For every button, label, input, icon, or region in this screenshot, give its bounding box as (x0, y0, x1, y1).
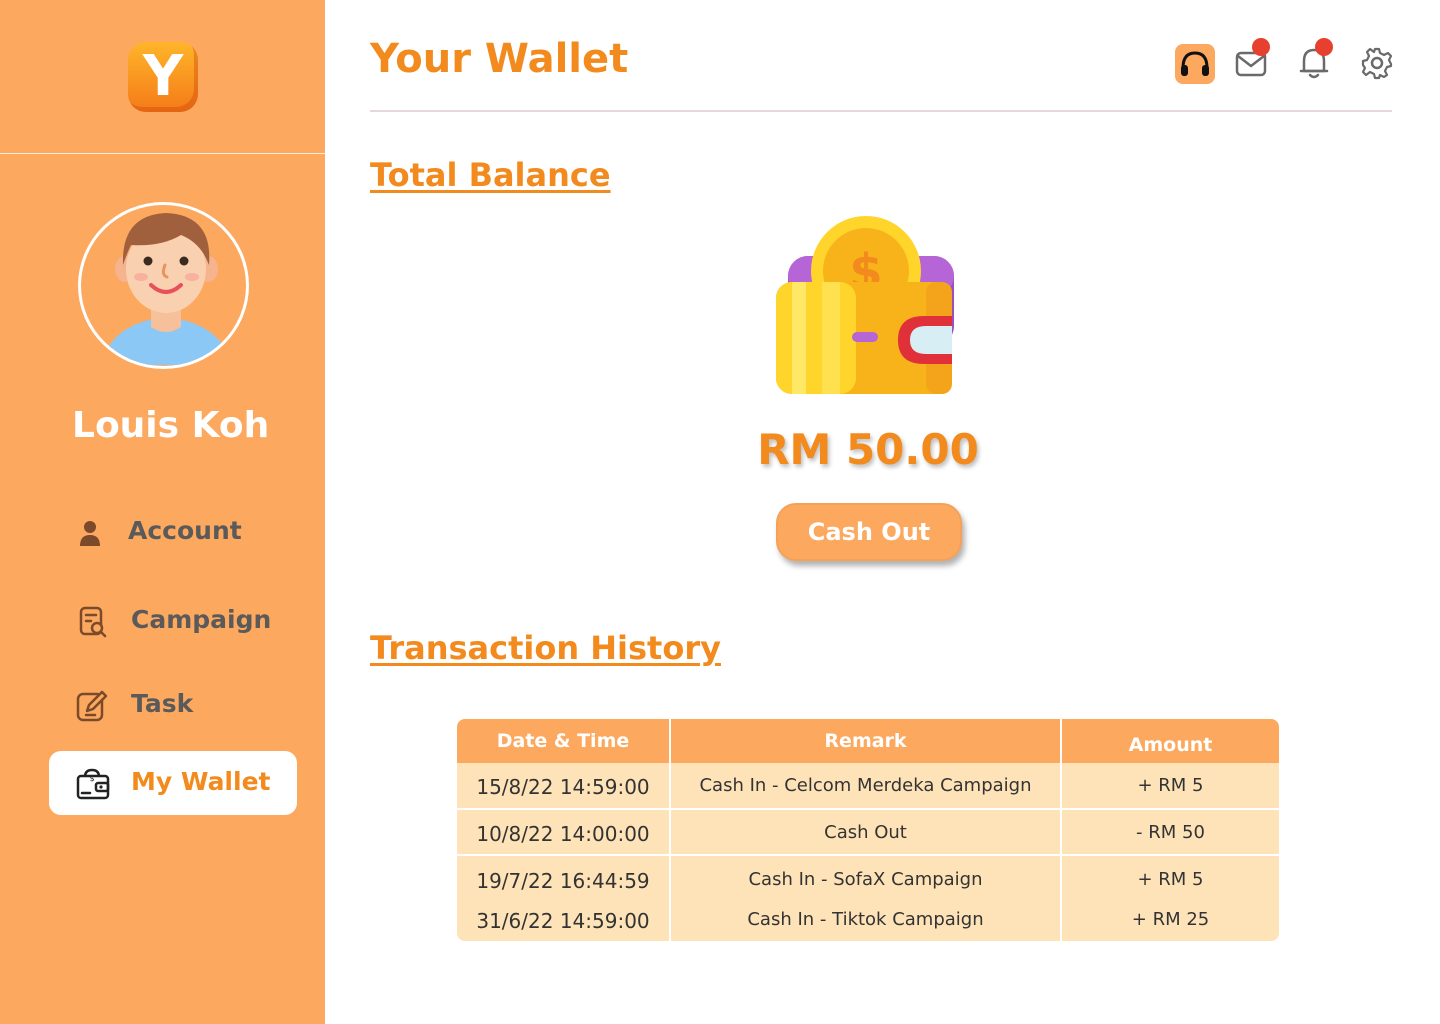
row-remark: Cash In - Tiktok Campaign (747, 909, 984, 930)
svg-text:$: $ (89, 774, 94, 783)
sidebar-divider (0, 153, 325, 154)
row-amount: - RM 50 (1136, 822, 1205, 843)
settings-button[interactable] (1358, 44, 1398, 84)
headset-icon (1181, 51, 1209, 76)
row-date: 15/8/22 14:59:00 (476, 775, 650, 799)
row-divider (457, 808, 1279, 810)
row-remark: Cash In - Celcom Merdeka Campaign (699, 775, 1032, 796)
balance-amount: RM 50.00 (757, 425, 979, 474)
gear-icon (1361, 47, 1393, 80)
bell-notification-dot (1315, 38, 1333, 56)
column-header-amount[interactable]: Amount (1062, 723, 1279, 767)
page-title: Your Wallet (370, 36, 629, 82)
sidebar-item-my-wallet[interactable]: $ My Wallet (49, 751, 297, 815)
user-name: Louis Koh (72, 405, 270, 446)
avatar-illustration (101, 213, 232, 365)
support-button[interactable] (1175, 44, 1215, 84)
row-divider (457, 854, 1279, 856)
row-date: 19/7/22 16:44:59 (476, 869, 650, 893)
row-amount: + RM 5 (1137, 775, 1204, 796)
wallet-coin-icon: $ (776, 216, 954, 394)
table-header: Date & Time Remark Amount (457, 719, 1279, 763)
sidebar: Y Louis Koh Account Campaign Task $ My W… (0, 0, 325, 1024)
row-amount: + RM 25 (1131, 909, 1210, 930)
user-icon (80, 521, 100, 546)
logo-letter: Y (142, 44, 184, 109)
cash-out-button[interactable]: Cash Out (776, 503, 962, 561)
sidebar-item-task[interactable]: Task (49, 673, 297, 737)
edit-task-icon (76, 690, 108, 722)
wallet-illustration: $ (776, 216, 956, 398)
campaign-search-icon (79, 606, 107, 638)
column-header-remark[interactable]: Remark (671, 719, 1060, 763)
column-header-date[interactable]: Date & Time (457, 719, 669, 763)
mail-button[interactable] (1232, 38, 1272, 84)
sidebar-item-label: Campaign (131, 605, 272, 634)
transaction-table: Date & Time Remark Amount 15/8/22 14:59:… (457, 719, 1279, 941)
wallet-icon: $ (76, 768, 110, 800)
sidebar-item-label: Account (128, 516, 242, 545)
sidebar-item-label: Task (131, 689, 194, 718)
sidebar-item-account[interactable]: Account (49, 500, 297, 564)
total-balance-title: Total Balance (370, 156, 611, 194)
row-amount: + RM 5 (1137, 869, 1204, 890)
avatar[interactable] (78, 202, 249, 369)
row-date: 31/6/22 14:59:00 (476, 909, 650, 933)
header-divider (370, 110, 1392, 112)
sidebar-item-campaign[interactable]: Campaign (49, 589, 297, 653)
mail-notification-dot (1252, 38, 1270, 56)
transaction-history-title: Transaction History (370, 629, 721, 667)
app-logo[interactable]: Y (128, 42, 198, 112)
sidebar-item-label: My Wallet (131, 767, 271, 796)
row-remark: Cash Out (824, 822, 907, 843)
row-remark: Cash In - SofaX Campaign (748, 869, 983, 890)
row-date: 10/8/22 14:00:00 (476, 822, 650, 846)
notifications-button[interactable] (1295, 38, 1335, 82)
